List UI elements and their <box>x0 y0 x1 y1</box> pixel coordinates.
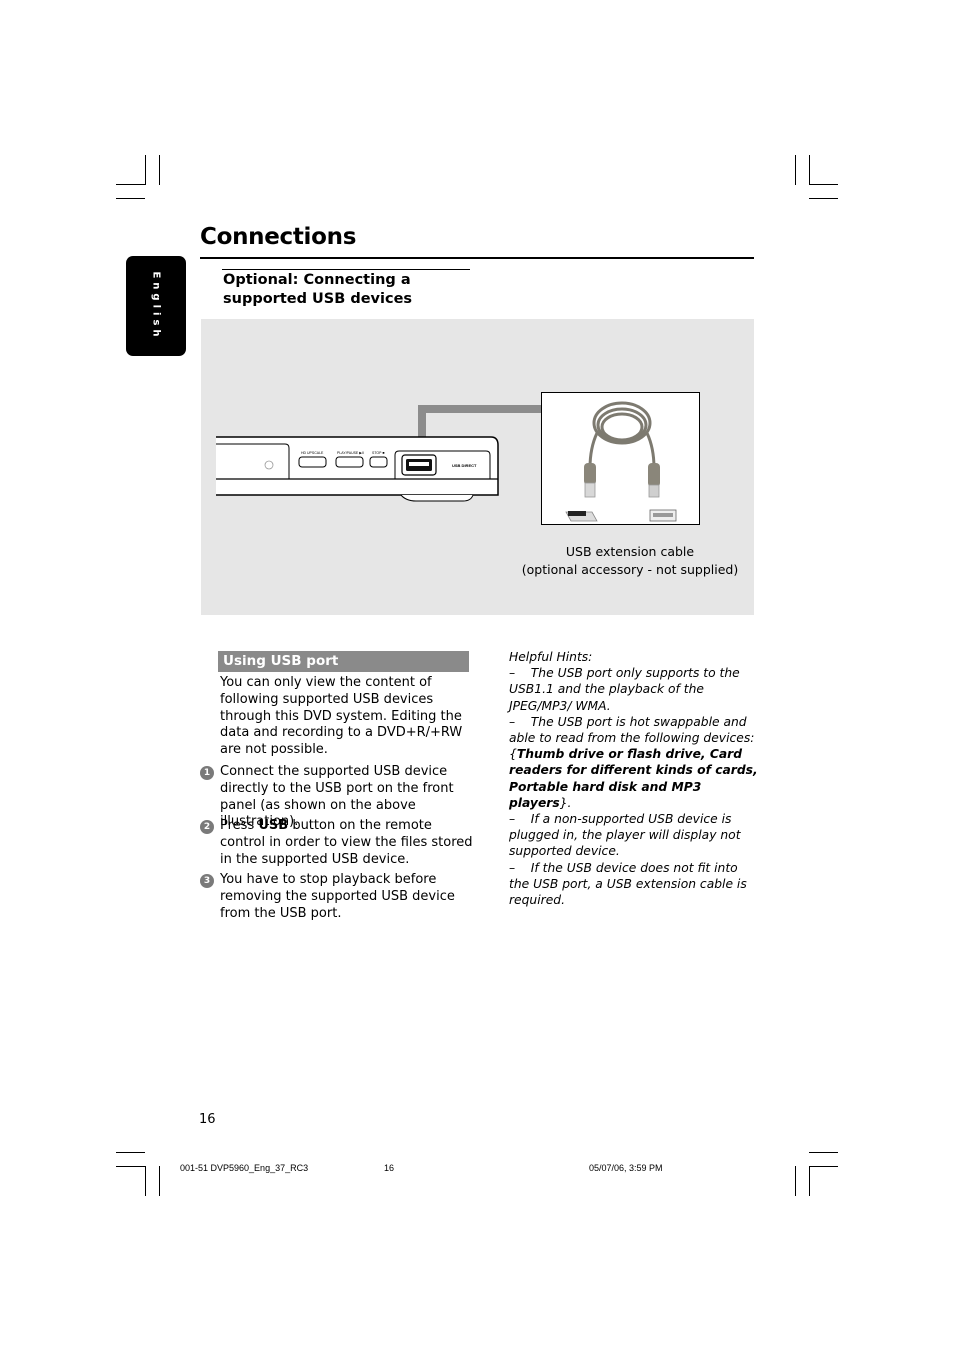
step-text-pre: Press <box>220 818 259 833</box>
step-number-icon: 2 <box>200 820 214 834</box>
front-panel-buttons: HD UPSCALE PLAY/PAUSE ▶II STOP ■ <box>298 451 388 468</box>
step-text: You have to stop playback before removin… <box>220 872 455 921</box>
section-subheading: Optional: Connecting a supported USB dev… <box>223 271 473 309</box>
crop-mark <box>809 1166 810 1196</box>
hint-device-list: Thumb drive or flash drive, Card readers… <box>509 747 758 810</box>
subheading-line-1: Optional: Connecting a <box>223 272 411 288</box>
crop-mark <box>809 198 838 199</box>
crop-mark <box>809 155 810 185</box>
title-divider <box>200 257 754 259</box>
crop-mark <box>159 155 160 185</box>
usb-plug-icon <box>565 511 598 522</box>
hint-text-post: }. <box>559 795 572 810</box>
hint-item: – The USB port only supports to the USB1… <box>509 666 740 713</box>
hint-text: If a non-supported USB device is plugged… <box>509 812 741 859</box>
caption-line-2: (optional accessory - not supplied) <box>521 561 739 577</box>
page-number: 16 <box>199 1112 216 1127</box>
button-label: HD UPSCALE <box>301 451 324 455</box>
figure-caption: USB extension cable (optional accessory … <box>510 543 750 578</box>
usb-cable-icon <box>565 401 677 522</box>
crop-mark <box>809 1152 838 1153</box>
crop-mark <box>809 1166 838 1167</box>
usb-direct-label: USB DIRECT <box>452 463 477 468</box>
caption-line-1: USB extension cable <box>565 544 695 559</box>
subheading-line-2: supported USB devices <box>223 291 413 307</box>
hint-item: – If a non-supported USB device is plugg… <box>509 812 741 859</box>
section-heading: Using USB port <box>223 653 339 669</box>
crop-mark <box>116 1152 145 1153</box>
hint-text: If the USB device does not fit into the … <box>509 860 747 908</box>
crop-mark <box>795 1166 796 1196</box>
subheading-divider <box>222 269 470 270</box>
usb-socket-icon <box>649 509 677 522</box>
footer-file-name: 001-51 DVP5960_Eng_37_RC3 <box>180 1163 309 1173</box>
crop-mark <box>116 1166 145 1167</box>
hints-title: Helpful Hints: <box>509 650 593 664</box>
step-number-icon: 1 <box>200 766 214 780</box>
step-item: 3 You have to stop playback before remov… <box>200 872 475 922</box>
crop-mark <box>809 184 838 185</box>
hint-item: – The USB port is hot swappable and able… <box>509 714 758 810</box>
step-item: 2 Press USB button on the remote control… <box>200 818 475 868</box>
crop-mark <box>116 198 145 199</box>
usb-cable-photo <box>541 392 700 525</box>
intro-paragraph: You can only view the content of followi… <box>220 675 463 758</box>
language-label: English <box>150 271 162 341</box>
helpful-hints: Helpful Hints: – The USB port only suppo… <box>509 649 759 908</box>
crop-mark <box>145 155 146 185</box>
hint-item: – If the USB device does not fit into th… <box>509 860 747 908</box>
crop-mark <box>116 184 145 185</box>
usb-button-name: USB <box>258 818 289 833</box>
page-title: Connections <box>200 224 357 250</box>
hint-text: The USB port only supports to the USB1.1… <box>509 666 740 713</box>
step-number-icon: 3 <box>200 874 214 888</box>
crop-mark <box>795 155 796 185</box>
language-tab: English <box>126 256 186 356</box>
section-heading-bar: Using USB port <box>218 651 469 672</box>
footer-page: 16 <box>384 1163 395 1173</box>
button-label: PLAY/PAUSE ▶II <box>337 451 364 455</box>
button-label: STOP ■ <box>372 451 385 455</box>
footer-timestamp: 05/07/06, 3:59 PM <box>589 1163 663 1173</box>
crop-mark <box>145 1166 146 1196</box>
crop-mark <box>159 1166 160 1196</box>
dvd-player-body <box>216 436 499 502</box>
